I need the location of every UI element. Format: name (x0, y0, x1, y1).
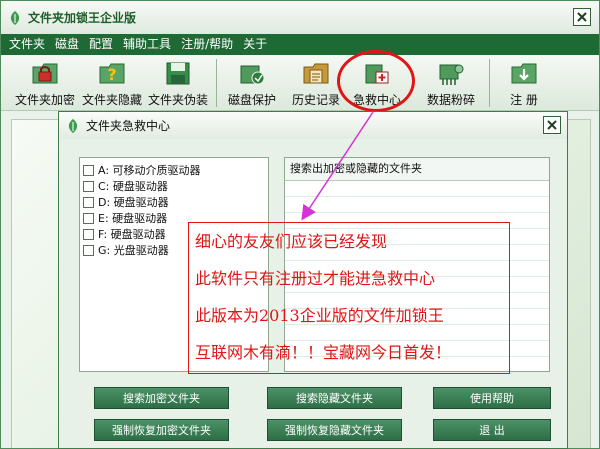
annotation-line: 此版本为2013企业版的文件加锁王 (195, 306, 444, 325)
drive-item-a[interactable]: A: 可移动介质驱动器 (83, 162, 268, 178)
drive-label: A: 可移动介质驱动器 (98, 164, 201, 177)
history-icon (303, 63, 329, 84)
toolbar-disk-protect-button[interactable]: 磁盘保护 (223, 55, 281, 111)
toolbar-folder-disguise-button[interactable]: 文件夹伪装 (147, 55, 209, 111)
drive-label: F: 硬盘驱动器 (98, 228, 166, 241)
drive-label: D: 硬盘驱动器 (98, 196, 169, 209)
toolbar-separator (489, 59, 490, 107)
toolbar-label: 磁盘保护 (227, 93, 276, 107)
drive-label: E: 硬盘驱动器 (98, 212, 168, 225)
force-restore-hidden-button[interactable]: 强制恢复隐藏文件夹 (267, 419, 402, 441)
search-hidden-button[interactable]: 搜索隐藏文件夹 (267, 387, 402, 409)
toolbar-label: 文件夹伪装 (147, 93, 208, 107)
dialog-title-bar: 文件夹急救中心 (59, 112, 567, 139)
toolbar-label: 文件夹加密 (14, 93, 75, 107)
toolbar-folder-hide-button[interactable]: ? 文件夹隐藏 (81, 55, 143, 111)
toolbar-data-shred-button[interactable]: 数据粉碎 (425, 55, 477, 111)
exit-button[interactable]: 退 出 (433, 419, 551, 441)
drive-item-c[interactable]: C: 硬盘驱动器 (83, 178, 268, 194)
list-item (285, 197, 549, 213)
close-icon (577, 12, 587, 22)
toolbar: 文件夹加密 ? 文件夹隐藏 文件夹伪装 磁盘保护 历史记录 急救中心 数据粉碎 … (1, 55, 599, 111)
drive-checkbox[interactable] (83, 164, 94, 176)
annotation-note-box: 细心的友友们应该已经发现 此软件只有注册过才能进急救中心 此版本为2013企业版… (188, 222, 510, 374)
drive-item-d[interactable]: D: 硬盘驱动器 (83, 194, 268, 210)
menu-register-help[interactable]: 注册/帮助 (176, 34, 238, 55)
toolbar-label: 历史记录 (291, 93, 340, 107)
svg-text:?: ? (107, 65, 116, 84)
app-title: 文件夹加锁王企业版 (28, 11, 137, 25)
toolbar-separator (216, 59, 217, 107)
drive-checkbox[interactable] (83, 244, 94, 256)
drive-checkbox[interactable] (83, 196, 94, 208)
data-shred-icon (439, 64, 464, 85)
register-icon (511, 63, 537, 84)
result-column-header: 搜索出加密或隐藏的文件夹 (285, 158, 549, 181)
app-logo-icon (10, 10, 20, 25)
dialog-close-button[interactable] (543, 116, 561, 134)
list-item (285, 181, 549, 197)
disk-protect-icon (240, 65, 265, 85)
annotation-line: 此软件只有注册过才能进急救中心 (195, 269, 436, 288)
close-icon (547, 120, 557, 130)
drive-label: G: 光盘驱动器 (98, 244, 169, 257)
toolbar-label: 注 册 (510, 93, 538, 107)
menu-disk[interactable]: 磁盘 (50, 34, 84, 55)
toolbar-label: 数据粉碎 (426, 93, 475, 107)
folder-encrypt-icon (32, 63, 58, 84)
toolbar-label: 文件夹隐藏 (81, 93, 142, 107)
menu-about[interactable]: 关于 (238, 34, 272, 55)
menu-folder[interactable]: 文件夹 (4, 34, 50, 55)
annotation-line: 细心的友友们应该已经发现 (195, 232, 388, 251)
dialog-logo-icon (68, 118, 78, 133)
dialog-title: 文件夹急救中心 (86, 119, 171, 133)
menu-config[interactable]: 配置 (84, 34, 118, 55)
toolbar-folder-encrypt-button[interactable]: 文件夹加密 (14, 55, 76, 111)
drive-checkbox[interactable] (83, 228, 94, 240)
search-encrypted-button[interactable]: 搜索加密文件夹 (94, 387, 229, 409)
window-close-button[interactable] (573, 8, 591, 26)
folder-disguise-icon (166, 62, 190, 85)
help-button[interactable]: 使用帮助 (433, 387, 551, 409)
drive-checkbox[interactable] (83, 212, 94, 224)
annotation-line: 互联网木有滴！！宝藏网今日首发！ (195, 343, 452, 362)
menu-tools[interactable]: 辅助工具 (118, 34, 176, 55)
drive-label: C: 硬盘驱动器 (98, 180, 168, 193)
title-bar: 文件夹加锁王企业版 (1, 1, 599, 34)
menu-bar: 文件夹 磁盘 配置 辅助工具 注册/帮助 关于 (1, 34, 599, 55)
highlight-circle-annotation (337, 50, 415, 112)
force-restore-encrypted-button[interactable]: 强制恢复加密文件夹 (94, 419, 229, 441)
drive-checkbox[interactable] (83, 180, 94, 192)
folder-hide-icon: ? (99, 63, 125, 84)
toolbar-register-button[interactable]: 注 册 (501, 55, 547, 111)
